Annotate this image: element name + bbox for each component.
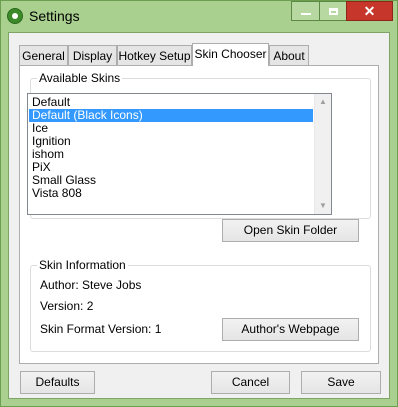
skin-author: Author: Steve Jobs [40,278,142,292]
cancel-button[interactable]: Cancel [211,371,290,394]
skin-format-version: Skin Format Version: 1 [40,322,162,336]
tab-about[interactable]: About [269,45,309,65]
list-item[interactable]: Ice [29,122,313,135]
settings-window: Settings ✕ General Display Hotkey Setup … [0,0,398,407]
title-bar[interactable]: Settings ✕ [1,1,397,32]
settings-app-icon [7,8,23,24]
tab-display[interactable]: Display [68,45,117,65]
minimize-icon [300,13,311,15]
available-skins-legend: Available Skins [39,71,121,85]
skins-listbox[interactable]: Default Default (Black Icons) Ice Igniti… [27,93,332,215]
save-button[interactable]: Save [301,371,381,394]
list-scrollbar[interactable]: ▲ ▼ [314,94,331,214]
list-item[interactable]: Vista 808 [29,187,313,200]
skins-list: Default Default (Black Icons) Ice Igniti… [29,96,313,200]
authors-webpage-button[interactable]: Author's Webpage [222,318,359,341]
skin-information-legend: Skin Information [39,258,126,272]
tab-skin-chooser[interactable]: Skin Chooser [192,43,269,66]
defaults-button[interactable]: Defaults [20,371,95,394]
list-item[interactable]: Ignition [29,135,313,148]
close-icon: ✕ [363,2,376,19]
scroll-down-arrow-icon[interactable]: ▼ [315,198,331,214]
minimize-button[interactable] [291,1,319,21]
scroll-up-arrow-icon[interactable]: ▲ [315,94,331,110]
maximize-icon [328,7,338,15]
open-skin-folder-button[interactable]: Open Skin Folder [222,219,359,242]
maximize-button[interactable] [319,1,346,21]
dialog-client-area: General Display Hotkey Setup Skin Choose… [8,32,390,399]
close-button[interactable]: ✕ [346,1,393,21]
list-item-selected[interactable]: Default (Black Icons) [29,109,313,122]
window-title: Settings [29,8,80,24]
tab-general[interactable]: General [19,45,68,65]
skin-version: Version: 2 [40,299,94,313]
list-item[interactable]: ishom [29,148,313,161]
tab-hotkey-setup[interactable]: Hotkey Setup [117,45,192,65]
